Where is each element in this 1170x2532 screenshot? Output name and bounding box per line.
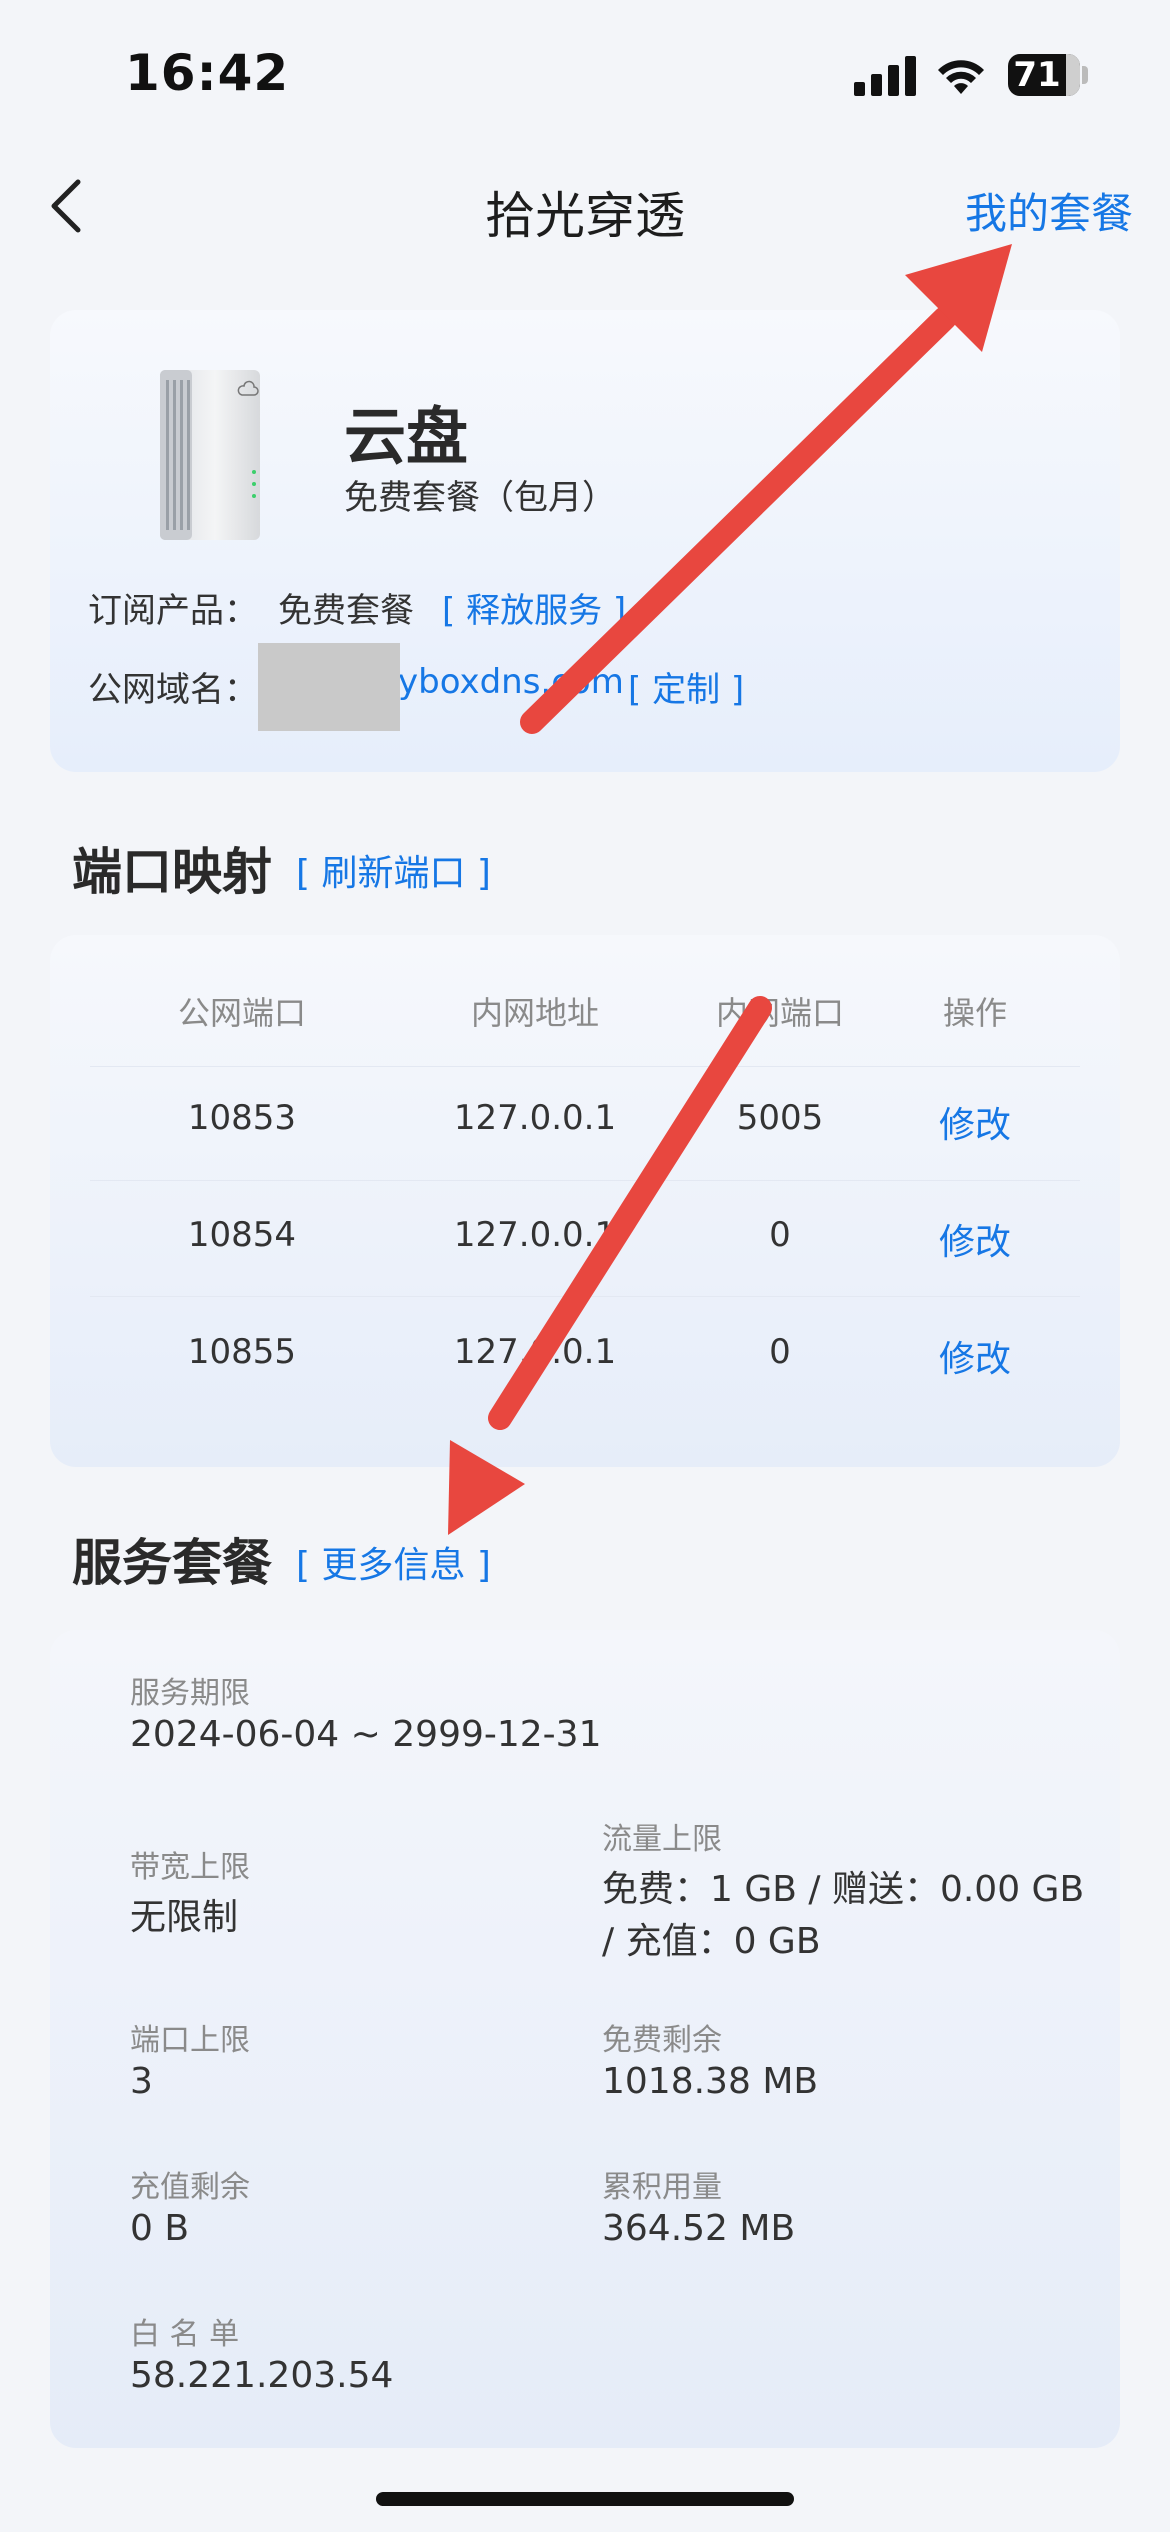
column-header-action: 操作 [942, 994, 1007, 1032]
traffic-limit-value-cont: / 充值：0 GB [602, 1921, 821, 1962]
private-port-cell: 0 [769, 1332, 791, 1372]
subscription-label: 订阅产品： [88, 591, 258, 631]
row-divider [90, 1180, 1080, 1181]
bandwidth-value: 无限制 [130, 1897, 239, 1938]
address-cell: 127.0.0.1 [453, 1098, 617, 1138]
public-port-cell: 10855 [187, 1332, 297, 1372]
product-plan: 免费套餐（包月） [344, 478, 616, 518]
status-time: 16:42 [125, 44, 290, 102]
free-remaining-label: 免费剩余 [602, 2023, 722, 2058]
traffic-limit-label: 流量上限 [602, 1822, 722, 1857]
device-image [160, 370, 260, 540]
whitelist-label: 白 名 单 [130, 2317, 240, 2352]
public-port-cell: 10854 [187, 1215, 297, 1255]
domain-label: 公网域名： [88, 670, 258, 710]
private-port-cell: 0 [769, 1215, 791, 1255]
home-indicator [376, 2492, 794, 2506]
port-limit-value: 3 [130, 2061, 153, 2102]
port-mapping-title: 端口映射 [72, 843, 272, 901]
column-header-public-port: 公网端口 [177, 994, 306, 1032]
domain-value[interactable]: yboxdns.com [398, 662, 624, 702]
service-term-label: 服务期限 [130, 1676, 250, 1711]
private-port-cell: 5005 [736, 1098, 824, 1138]
release-service-link[interactable]: [ 释放服务 ] [442, 583, 626, 632]
my-plan-link[interactable]: 我的套餐 [965, 180, 1133, 241]
domain-redaction [258, 643, 400, 731]
bandwidth-label: 带宽上限 [130, 1850, 250, 1885]
row-divider [90, 1066, 1080, 1067]
row-divider [90, 1296, 1080, 1297]
more-info-link[interactable]: [ 更多信息 ] [296, 1536, 491, 1588]
edit-button[interactable]: 修改 [910, 1330, 1040, 1382]
port-limit-label: 端口上限 [130, 2023, 250, 2058]
service-plan-title: 服务套餐 [72, 1534, 272, 1592]
total-usage-value: 364.52 MB [602, 2208, 796, 2249]
recharge-remaining-value: 0 B [130, 2208, 190, 2249]
cellular-signal-icon [854, 56, 916, 96]
customize-domain-link[interactable]: [ 定制 ] [628, 662, 744, 711]
whitelist-value: 58.221.203.54 [130, 2355, 394, 2396]
column-header-address: 内网地址 [470, 994, 599, 1032]
product-name: 云盘 [344, 400, 469, 473]
battery-icon: 71 [1008, 54, 1080, 96]
traffic-limit-value: 免费：1 GB / 赠送：0.00 GB [602, 1869, 1085, 1910]
refresh-ports-link[interactable]: [ 刷新端口 ] [296, 844, 491, 896]
free-remaining-value: 1018.38 MB [602, 2061, 819, 2102]
service-term-value: 2024-06-04 ~ 2999-12-31 [130, 1714, 602, 1755]
public-port-cell: 10853 [187, 1098, 297, 1138]
address-cell: 127.0.0.1 [453, 1215, 617, 1255]
column-header-private-port: 内网端口 [715, 994, 844, 1032]
address-cell: 127.0.0.1 [453, 1332, 617, 1372]
subscription-value: 免费套餐 [278, 591, 414, 631]
recharge-remaining-label: 充值剩余 [130, 2170, 250, 2205]
wifi-icon [938, 60, 984, 94]
edit-button[interactable]: 修改 [910, 1096, 1040, 1148]
battery-level: 71 [1013, 55, 1061, 95]
total-usage-label: 累积用量 [602, 2170, 722, 2205]
battery-cap [1082, 66, 1088, 84]
edit-button[interactable]: 修改 [910, 1213, 1040, 1265]
